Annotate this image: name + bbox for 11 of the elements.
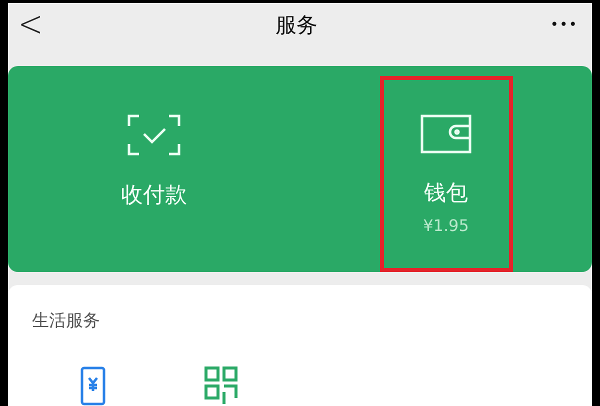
scan-check-icon [127, 114, 181, 156]
page-title: 服务 [276, 12, 318, 39]
balance-amount: ¥1.95 [423, 216, 469, 235]
phone-yen-icon [80, 366, 106, 406]
wallet-icon [420, 114, 472, 154]
back-button[interactable]: < [18, 7, 44, 43]
qr-grid-icon [204, 366, 238, 406]
section-title: 生活服务 [32, 310, 101, 332]
service-label: 收付款 [121, 182, 187, 210]
more-button[interactable]: ••• [550, 17, 578, 33]
service-label: 钱包 [424, 180, 468, 208]
